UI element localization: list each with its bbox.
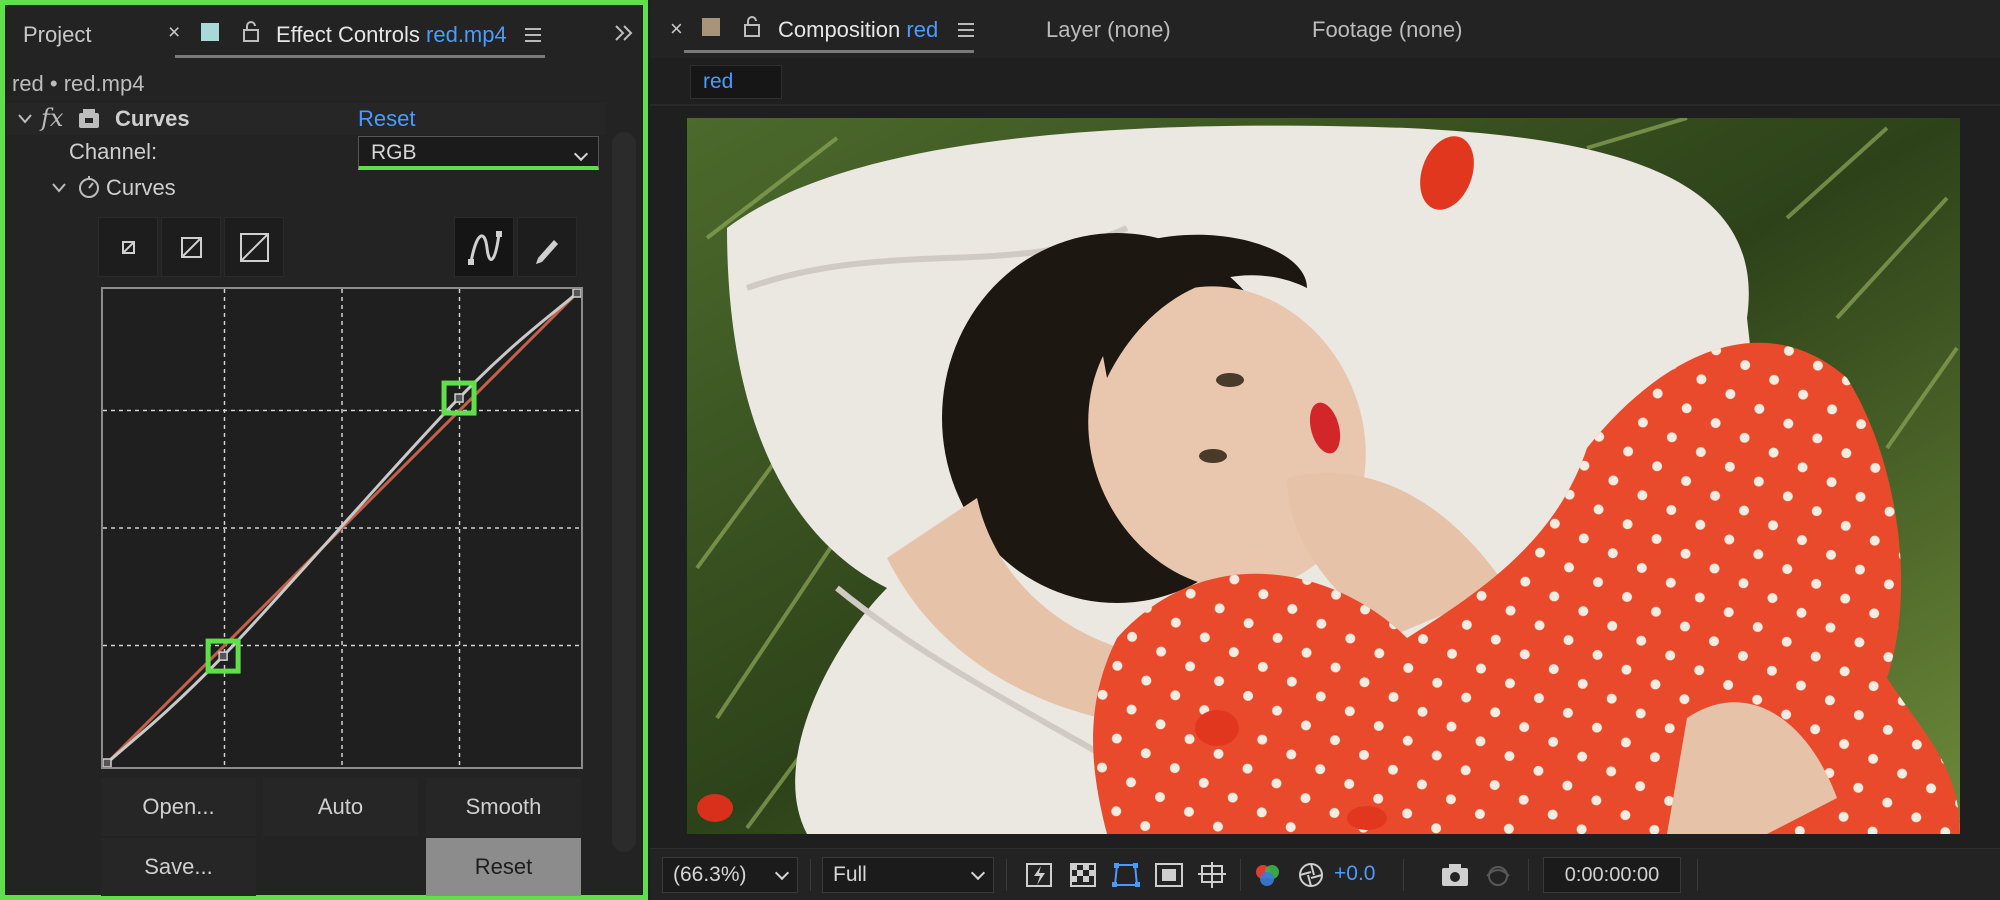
curve-control-point[interactable] [572,289,581,298]
tab-composition-label: Composition [778,17,901,42]
resolution-value: Full [833,863,867,886]
show-snapshot-icon[interactable] [1483,861,1513,889]
bezier-curve-icon [468,231,502,265]
stopwatch-icon[interactable] [77,173,101,199]
tab-composition-name: red [906,17,939,42]
comp-navigator-bar: red [650,58,2000,106]
divider [1403,859,1404,891]
comp-tabbar: × Composition red Layer (none) Footage (… [650,0,2000,58]
curve-control-point[interactable] [454,393,464,403]
graph-size-small-button[interactable] [98,217,158,277]
close-icon[interactable]: × [168,21,180,45]
effect-preset-icon [79,109,99,128]
panel-overflow-icon[interactable] [613,23,635,43]
channel-value: RGB [371,141,417,164]
divider [1006,859,1007,891]
scrollbar[interactable] [612,132,636,852]
chevron-down-icon [774,865,790,881]
panel-menu-icon[interactable] [525,28,541,46]
grid-guides-icon[interactable] [1197,861,1227,889]
curve-control-point[interactable] [218,651,228,661]
fast-previews-icon[interactable] [1025,861,1055,889]
curves-group-label: Curves [106,175,176,200]
active-tab-underline [684,50,974,53]
curve-control-point[interactable] [103,758,112,767]
chevron-down-icon[interactable] [17,112,33,126]
channel-dropdown[interactable]: RGB [358,136,599,170]
graph-size-large-button[interactable] [224,217,284,277]
graph-small-icon [122,241,135,254]
curves-plot[interactable] [103,289,581,767]
breadcrumb: red • red.mp4 [12,71,145,96]
chevron-down-icon [970,865,986,881]
bezier-tool-button[interactable] [454,217,514,277]
channel-label: Channel: [69,139,158,164]
graph-size-medium-button[interactable] [161,217,221,277]
save-button[interactable]: Save... [101,838,256,896]
composition-frame-image [687,118,1960,834]
fx-toggle[interactable]: fx [41,104,63,132]
zoom-value: (66.3%) [673,863,747,886]
current-time-display[interactable]: 0:00:00:00 [1543,857,1681,893]
tab-project[interactable]: Project [23,22,91,48]
pencil-tool-button[interactable] [517,217,577,277]
resolution-dropdown[interactable]: Full [822,857,994,893]
divider [1528,859,1529,891]
left-tabbar: Project × Effect Controls red.mp4 [5,5,643,63]
composition-panel: × Composition red Layer (none) Footage (… [650,0,2000,900]
composition-viewer[interactable] [687,118,1960,834]
label-color-icon [702,18,720,36]
reset-curve-button[interactable]: Reset [426,838,581,896]
lock-icon[interactable] [241,19,261,43]
pencil-icon [536,240,558,264]
chevron-down-icon[interactable] [51,181,67,195]
chevron-down-icon [573,146,589,162]
effect-controls-panel: Project × Effect Controls red.mp4 red • … [0,0,648,900]
active-tab-underline [175,55,545,58]
divider [810,859,811,891]
transparency-grid-icon[interactable] [1068,861,1098,889]
tab-composition[interactable]: Composition red [778,17,938,43]
curves-graph[interactable] [101,287,583,769]
zoom-dropdown[interactable]: (66.3%) [662,857,798,893]
tab-footage[interactable]: Footage (none) [1312,17,1462,43]
label-color-icon [201,23,219,41]
open-button[interactable]: Open... [101,778,256,836]
effect-name: Curves [115,106,190,131]
mask-path-visibility-icon[interactable] [1111,861,1141,889]
reset-exposure-icon[interactable] [1296,861,1326,889]
close-icon[interactable]: × [670,16,683,42]
viewer-status-bar: (66.3%) Full +0.0 0:00:00:00 [650,848,2000,900]
tab-effect-controls[interactable]: Effect Controls red.mp4 [276,22,507,48]
graph-large-icon [240,233,269,262]
lock-icon[interactable] [742,14,762,38]
divider [1697,859,1698,891]
tab-layer[interactable]: Layer (none) [1046,17,1171,43]
smooth-button[interactable]: Smooth [426,778,581,836]
comp-breadcrumb-chip[interactable]: red [690,65,782,99]
graph-medium-icon [181,237,202,258]
region-of-interest-icon[interactable] [1154,861,1184,889]
panel-menu-icon[interactable] [958,23,974,41]
auto-button[interactable]: Auto [263,778,418,836]
tab-effect-controls-label: Effect Controls [276,22,420,47]
show-channel-icon[interactable] [1253,861,1283,889]
divider [1240,859,1241,891]
tab-effect-controls-layer: red.mp4 [426,22,507,47]
snapshot-camera-icon[interactable] [1440,861,1470,889]
effect-reset-link[interactable]: Reset [358,106,415,132]
exposure-value[interactable]: +0.0 [1334,862,1375,886]
